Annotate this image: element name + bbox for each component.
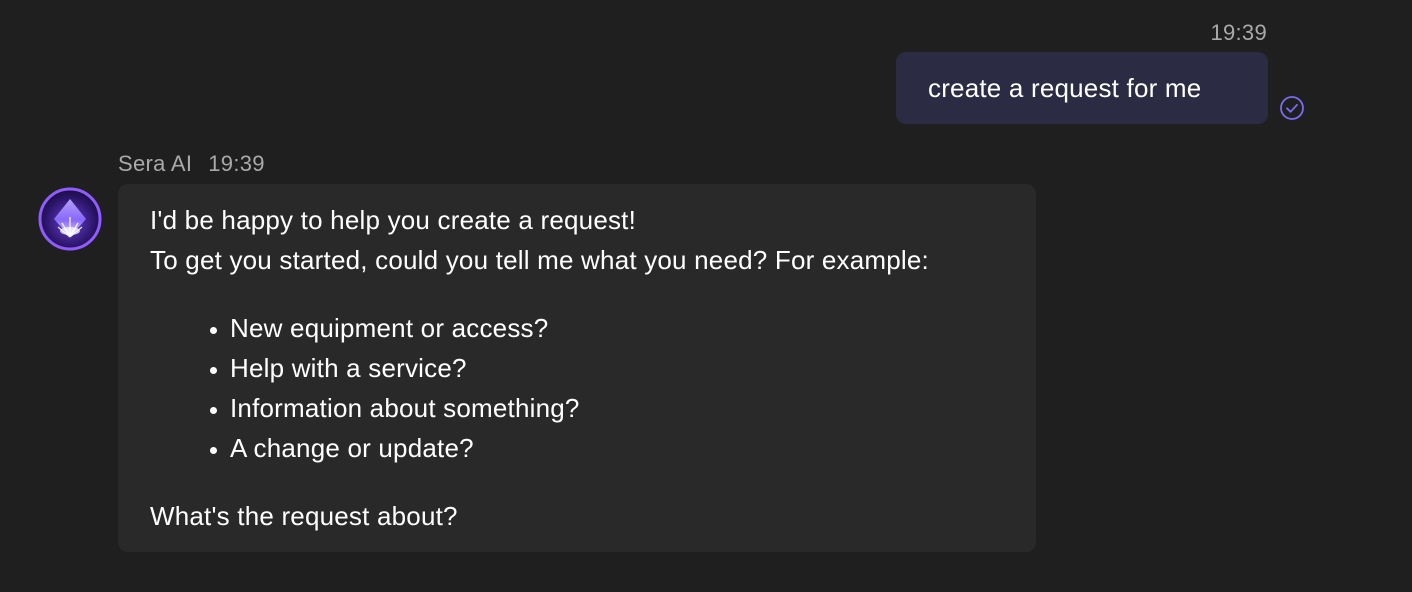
incoming-message[interactable]: I'd be happy to help you create a reques… (118, 184, 1036, 552)
incoming-timestamp: 19:39 (208, 151, 265, 176)
check-circle-icon (1279, 95, 1305, 121)
chat-thread: 19:39 create a request for me Sera AI 19:… (0, 0, 1412, 592)
intro-line: I'd be happy to help you create a reques… (150, 205, 637, 235)
incoming-meta: Sera AI 19:39 (118, 151, 265, 177)
outgoing-timestamp: 19:39 (1210, 20, 1267, 45)
sera-ai-avatar[interactable] (38, 187, 102, 251)
sera-ai-logo-icon (38, 187, 102, 251)
closing-question: What's the request about? (150, 501, 458, 531)
sender-name: Sera AI (118, 151, 193, 176)
list-item: Information about something? (230, 388, 1004, 428)
list-item: Help with a service? (230, 348, 1004, 388)
intro-line: To get you started, could you tell me wh… (150, 245, 929, 275)
examples-list: New equipment or access? Help with a ser… (150, 308, 1004, 468)
list-item: A change or update? (230, 428, 1004, 468)
outgoing-message[interactable]: create a request for me (896, 52, 1268, 124)
list-item: New equipment or access? (230, 308, 1004, 348)
outgoing-message-text: create a request for me (928, 72, 1202, 103)
